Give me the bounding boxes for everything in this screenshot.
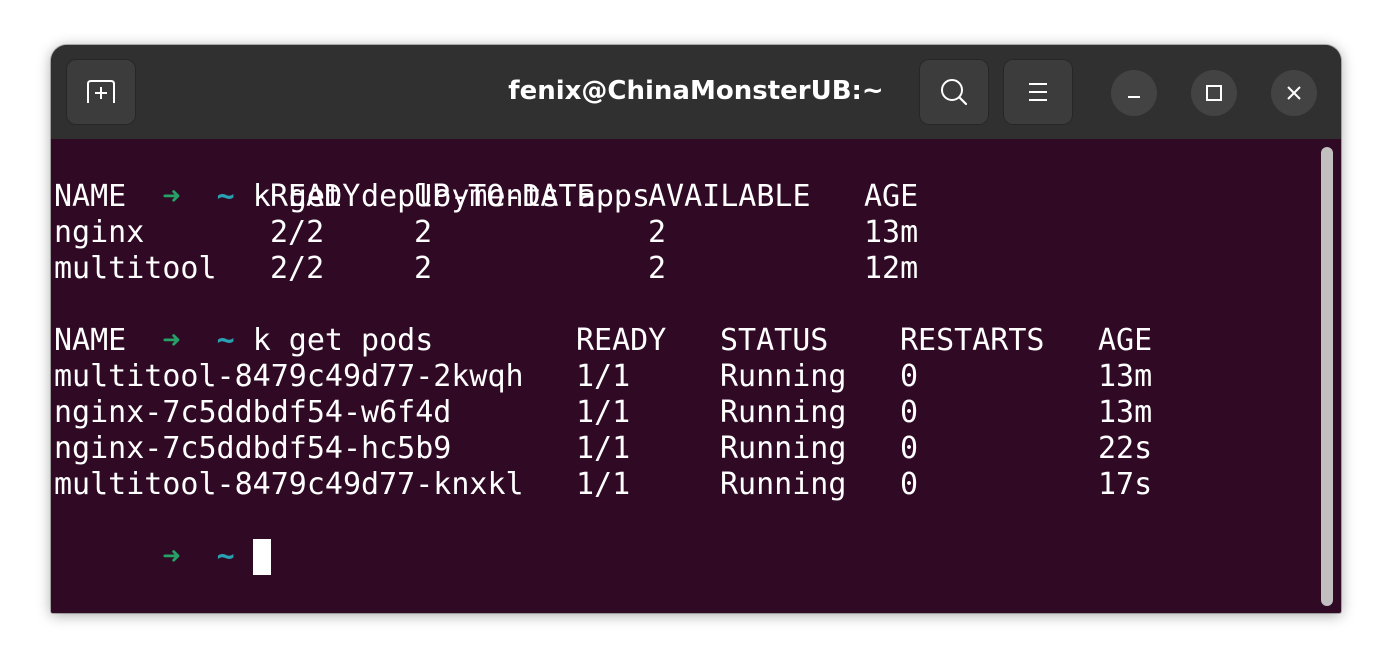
table-row: multitool-8479c49d77-knxkl 1/1 Running 0…	[54, 467, 1314, 503]
table-cell: 13m	[1098, 395, 1153, 430]
search-icon	[941, 79, 968, 106]
column-header: AGE	[1098, 323, 1153, 358]
column-header: NAME	[54, 179, 127, 214]
table-row: nginx-7c5ddbdf54-w6f4d 1/1 Running 0 13m	[54, 395, 1314, 431]
table-cell: 12m	[864, 251, 919, 286]
menu-button[interactable]	[1003, 59, 1073, 125]
table-cell: 2	[414, 251, 433, 286]
table-cell: 1/1	[576, 359, 631, 394]
close-button[interactable]	[1271, 70, 1317, 116]
table-cell: 1/1	[576, 467, 631, 502]
column-header: READY	[576, 323, 667, 358]
table-cell: Running	[720, 359, 847, 394]
table-cell: 13m	[1098, 359, 1153, 394]
table-row: nginx 2/2 2 2 13m	[54, 215, 1314, 251]
prompt-line: ➜ ~ k get pods	[54, 287, 433, 358]
scrollbar[interactable]	[1321, 147, 1333, 606]
column-header: NAME	[54, 323, 127, 358]
column-header: STATUS	[720, 323, 829, 358]
minimize-button[interactable]	[1111, 70, 1157, 116]
table-cell: 2	[648, 251, 667, 286]
prompt-directory: ~	[216, 539, 235, 574]
table-cell: 2/2	[270, 215, 325, 250]
table-cell: 2/2	[270, 251, 325, 286]
table-cell: Running	[720, 467, 847, 502]
prompt-arrow-icon: ➜	[162, 539, 181, 574]
table-row: multitool 2/2 2 2 12m	[54, 251, 1314, 287]
maximize-icon	[1206, 85, 1222, 101]
prompt-line: ➜ ~ k get deployments.apps	[54, 143, 650, 214]
column-header: AGE	[864, 179, 919, 214]
table-header: NAME READY STATUS RESTARTS AGE	[54, 323, 1314, 359]
column-header: READY	[270, 179, 361, 214]
table-row: multitool-8479c49d77-2kwqh 1/1 Running 0…	[54, 359, 1314, 395]
table-cell: nginx	[54, 215, 145, 250]
table-cell: 22s	[1098, 431, 1153, 466]
table-cell: nginx-7c5ddbdf54-hc5b9	[54, 431, 452, 466]
table-cell: 2	[648, 215, 667, 250]
table-header: NAME READY UP-TO-DATE AVAILABLE AGE	[54, 179, 1314, 215]
new-tab-button[interactable]	[66, 59, 136, 125]
new-tab-icon	[87, 80, 115, 103]
window-title: fenix@ChinaMonsterUB:~	[508, 76, 884, 106]
table-cell: 0	[900, 395, 919, 430]
table-cell: 0	[900, 431, 919, 466]
table-cell: multitool-8479c49d77-2kwqh	[54, 359, 524, 394]
table-cell: multitool	[54, 251, 217, 286]
table-cell: multitool-8479c49d77-knxkl	[54, 467, 524, 502]
table-cell: 13m	[864, 215, 919, 250]
terminal-window: fenix@ChinaMonsterUB:~ ➜ ~ k get deploym…	[51, 45, 1341, 613]
table-cell: 1/1	[576, 395, 631, 430]
table-cell: 0	[900, 467, 919, 502]
table-cell: 0	[900, 359, 919, 394]
prompt-line: ➜ ~	[54, 503, 271, 575]
table-cell: 1/1	[576, 431, 631, 466]
maximize-button[interactable]	[1191, 70, 1237, 116]
table-cell: Running	[720, 395, 847, 430]
search-button[interactable]	[919, 59, 989, 125]
table-row: nginx-7c5ddbdf54-hc5b9 1/1 Running 0 22s	[54, 431, 1314, 467]
column-header: AVAILABLE	[648, 179, 811, 214]
terminal-output[interactable]: ➜ ~ k get deployments.apps NAME READY UP…	[51, 139, 1321, 613]
table-cell: 17s	[1098, 467, 1153, 502]
column-header: RESTARTS	[900, 323, 1045, 358]
hamburger-menu-icon	[1029, 83, 1047, 101]
column-header: UP-TO-DATE	[414, 179, 595, 214]
minimize-icon	[1128, 96, 1140, 98]
table-cell: 2	[414, 215, 433, 250]
text-cursor	[252, 539, 271, 575]
table-cell: nginx-7c5ddbdf54-w6f4d	[54, 395, 452, 430]
close-icon	[1287, 86, 1301, 100]
title-bar: fenix@ChinaMonsterUB:~	[51, 45, 1341, 139]
table-cell: Running	[720, 431, 847, 466]
